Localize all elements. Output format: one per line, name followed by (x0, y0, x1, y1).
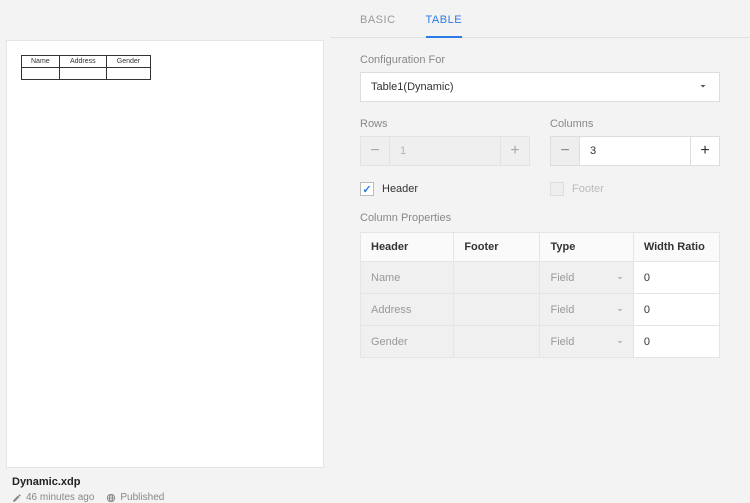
edit-time: 46 minutes ago (12, 492, 94, 503)
cp-type-select[interactable]: Field (540, 262, 632, 293)
table-row: Field (361, 262, 720, 294)
preview-body-cell (22, 68, 60, 80)
cp-type-select[interactable]: Field (540, 326, 632, 357)
rows-value: 1 (390, 136, 500, 166)
preview-header-cell: Gender (106, 56, 150, 68)
cp-header-footer: Footer (454, 233, 540, 262)
preview-panel: Name Address Gender Dynamic.xdp 46 minut… (0, 0, 330, 503)
file-name: Dynamic.xdp (12, 476, 318, 488)
cp-header-input[interactable] (361, 262, 453, 293)
columns-label: Columns (550, 118, 720, 130)
tab-basic[interactable]: BASIC (360, 14, 396, 37)
preview-table[interactable]: Name Address Gender (21, 55, 151, 80)
cp-width-input[interactable] (634, 326, 719, 357)
preview-body-cell (59, 68, 106, 80)
globe-icon (106, 493, 116, 503)
preview-header-cell: Name (22, 56, 60, 68)
preview-body-cell (106, 68, 150, 80)
preview-header-cell: Address (59, 56, 106, 68)
rows-stepper: − 1 + (360, 136, 530, 166)
cp-header-input[interactable] (361, 326, 453, 357)
cp-footer-cell[interactable] (454, 294, 540, 326)
pencil-icon (12, 493, 22, 503)
rows-label: Rows (360, 118, 530, 130)
tab-table[interactable]: TABLE (426, 14, 463, 38)
column-properties-label: Column Properties (360, 212, 720, 224)
chevron-down-icon (615, 273, 625, 283)
cp-footer-cell[interactable] (454, 326, 540, 358)
header-checkbox-label: Header (382, 183, 418, 195)
file-status-label: Published (120, 492, 164, 503)
publish-status: Published (106, 492, 164, 503)
chevron-down-icon (697, 80, 709, 95)
cp-type-select[interactable]: Field (540, 294, 632, 325)
cp-header-width: Width Ratio (633, 233, 719, 262)
footer-checkbox-group: Footer (550, 182, 720, 196)
chevron-down-icon (615, 337, 625, 347)
tabs-bar: BASIC TABLE (330, 0, 750, 38)
rows-increment: + (500, 136, 530, 166)
table-row: Field (361, 294, 720, 326)
footer-checkbox[interactable] (550, 182, 564, 196)
file-info-bar: Dynamic.xdp (6, 468, 324, 490)
table-row: Field (361, 326, 720, 358)
document-canvas[interactable]: Name Address Gender (6, 40, 324, 468)
properties-panel: BASIC TABLE Configuration For Table1(Dyn… (330, 0, 750, 503)
columns-stepper[interactable]: − 3 + (550, 136, 720, 166)
header-checkbox-group: Header (360, 182, 530, 196)
cp-footer-cell[interactable] (454, 262, 540, 294)
cp-header-header: Header (361, 233, 454, 262)
config-for-select[interactable]: Table1(Dynamic) (360, 72, 720, 102)
config-for-value: Table1(Dynamic) (371, 81, 454, 93)
columns-value[interactable]: 3 (580, 136, 690, 166)
rows-decrement: − (360, 136, 390, 166)
chevron-down-icon (615, 305, 625, 315)
file-time-label: 46 minutes ago (26, 492, 94, 503)
cp-width-input[interactable] (634, 294, 719, 325)
cp-width-input[interactable] (634, 262, 719, 293)
cp-header-input[interactable] (361, 294, 453, 325)
column-properties-table: Header Footer Type Width Ratio Field (360, 232, 720, 358)
columns-decrement[interactable]: − (550, 136, 580, 166)
cp-header-type: Type (540, 233, 633, 262)
columns-increment[interactable]: + (690, 136, 720, 166)
footer-checkbox-label: Footer (572, 183, 604, 195)
header-checkbox[interactable] (360, 182, 374, 196)
config-for-label: Configuration For (360, 54, 720, 66)
